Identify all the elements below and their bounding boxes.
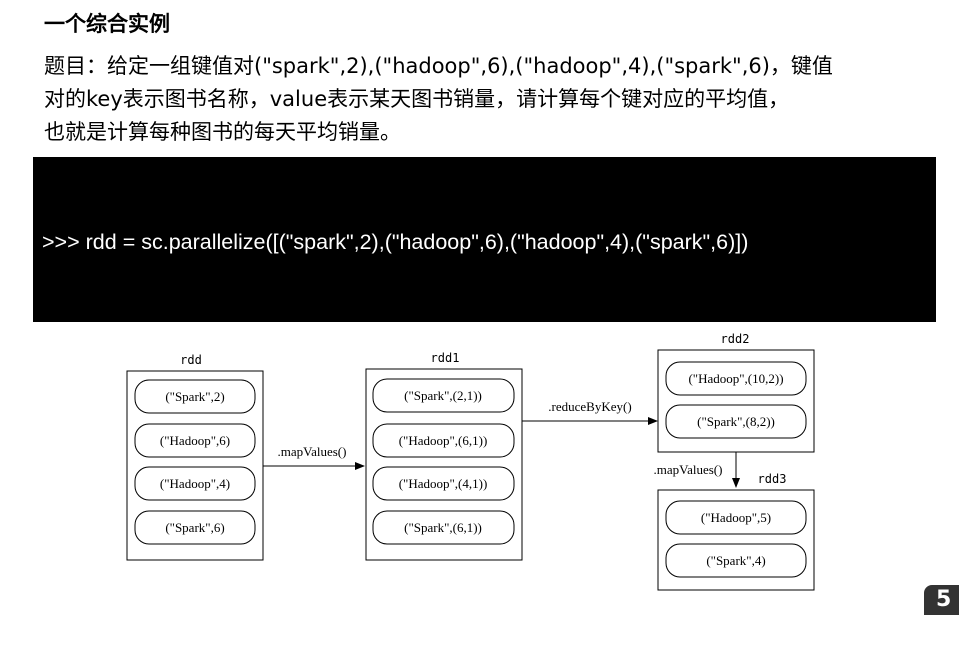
rdd3-items: ("Hadoop",5) ("Spark",4) xyxy=(665,500,807,578)
rdd-node-text: ("Hadoop",4) xyxy=(160,476,230,491)
rdd2-node-text: ("Spark",(8,2)) xyxy=(697,414,775,429)
rdd1-label: rdd1 xyxy=(431,351,460,365)
rdd1-node-text: ("Hadoop",(4,1)) xyxy=(399,476,488,491)
page-number: 5 xyxy=(924,585,959,615)
rdd3-node-text: ("Spark",4) xyxy=(706,553,765,568)
rdd-flow-diagram: rdd ("Spark",2) ("Hadoop",6) ("Hadoop",4… xyxy=(126,332,815,591)
rdd3-node-text: ("Hadoop",5) xyxy=(701,510,771,525)
rdd2-label: rdd2 xyxy=(721,332,750,346)
rdd1-node-text: ("Spark",(6,1)) xyxy=(404,520,482,535)
rdd2-node-text: ("Hadoop",(10,2)) xyxy=(688,371,783,386)
rdd1-node-text: ("Spark",(2,1)) xyxy=(404,388,482,403)
rdd2-box xyxy=(657,349,815,453)
rdd-node-text: ("Spark",2) xyxy=(165,389,224,404)
rdd-node-text: ("Hadoop",6) xyxy=(160,433,230,448)
rdd-label: rdd xyxy=(180,353,202,367)
rdd2-items: ("Hadoop",(10,2)) ("Spark",(8,2)) xyxy=(665,361,807,439)
edge-label-reducebykey: .reduceByKey() xyxy=(548,399,631,414)
rdd1-items: ("Spark",(2,1)) ("Hadoop",(6,1)) ("Hadoo… xyxy=(372,378,515,545)
edge-label-mapvalues-1: .mapValues() xyxy=(278,444,347,459)
rdd-node-text: ("Spark",6) xyxy=(165,520,224,535)
rdd3-box xyxy=(657,489,815,591)
rdd3-label: rdd3 xyxy=(758,472,787,486)
edge-label-mapvalues-2: .mapValues() xyxy=(654,462,723,477)
rdd-items: ("Spark",2) ("Hadoop",6) ("Hadoop",4) ("… xyxy=(134,379,256,545)
rdd1-node-text: ("Hadoop",(6,1)) xyxy=(399,433,488,448)
